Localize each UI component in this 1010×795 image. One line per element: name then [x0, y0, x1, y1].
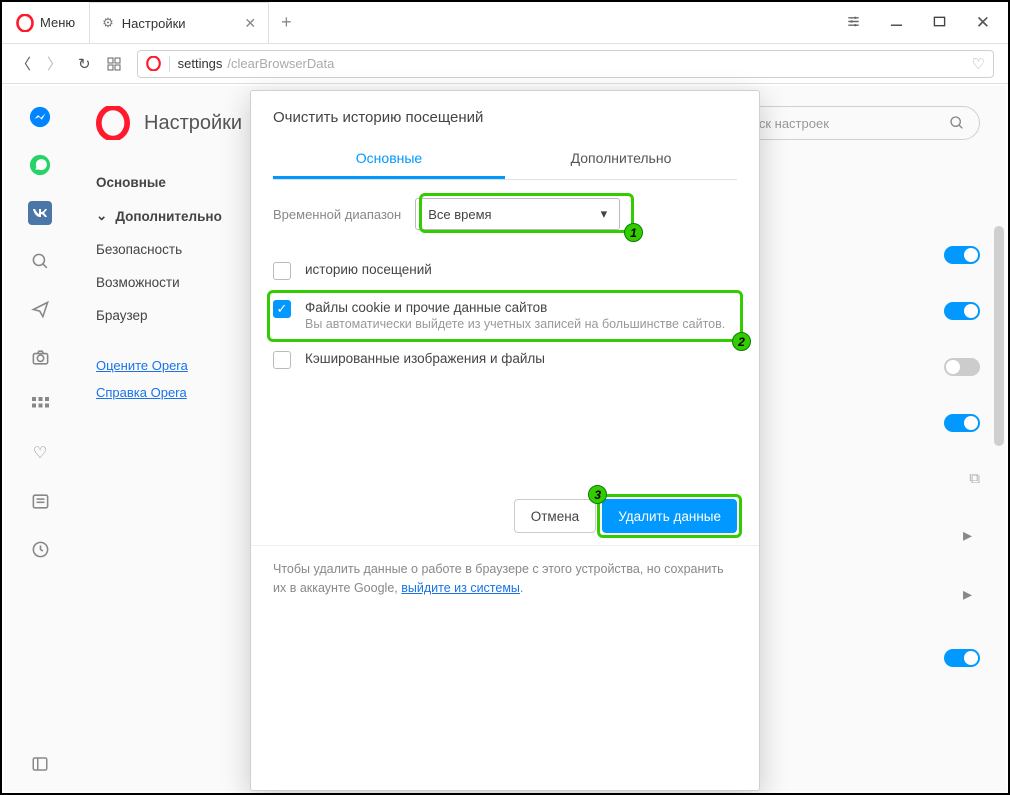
option-cache[interactable]: Кэшированные изображения и файлы — [273, 341, 737, 379]
dialog-footer: Чтобы удалить данные о работе в браузере… — [251, 546, 759, 598]
tab-settings[interactable]: ⚙ Настройки ✕ — [89, 2, 269, 43]
option-cookies[interactable]: ✓ Файлы cookie и прочие данные сайтов Вы… — [273, 290, 737, 341]
history-icon[interactable] — [27, 536, 53, 562]
opera-icon — [146, 56, 161, 71]
opera-icon — [16, 14, 34, 32]
panel-toggle-icon[interactable] — [27, 751, 53, 777]
titlebar: Меню ⚙ Настройки ✕ + ✕ — [2, 2, 1008, 44]
help-opera-link[interactable]: Справка Opera — [96, 379, 246, 406]
rate-opera-link[interactable]: Оцените Opera — [96, 352, 246, 379]
toggle[interactable] — [944, 302, 980, 320]
dropdown-icon: ▾ — [601, 206, 608, 222]
tab-basic[interactable]: Основные — [273, 140, 505, 179]
heart-icon[interactable]: ♡ — [27, 440, 53, 466]
news-icon[interactable] — [27, 488, 53, 514]
time-range-select[interactable]: Все время ▾ — [415, 198, 620, 230]
toggle[interactable] — [944, 358, 980, 376]
annotation-badge: 2 — [732, 332, 751, 351]
chevron-right-icon[interactable]: ▸ — [955, 525, 980, 546]
delete-data-button[interactable]: Удалить данные — [602, 499, 737, 533]
forward-button[interactable]: 〉 — [47, 53, 62, 74]
new-tab-button[interactable]: + — [269, 2, 304, 43]
sidebar-item-browser[interactable]: Браузер — [96, 299, 246, 332]
sidebar-rail: ♡ — [4, 86, 76, 791]
close-window-icon[interactable]: ✕ — [976, 13, 990, 33]
sidebar-item-basic[interactable]: Основные — [96, 166, 246, 199]
heart-icon[interactable]: ♡ — [972, 55, 985, 73]
chevron-right-icon[interactable]: ▸ — [955, 584, 980, 605]
sidebar-item-features[interactable]: Возможности — [96, 266, 246, 299]
range-label: Временной диапазон — [273, 207, 401, 222]
address-bar: 〈 〉 ↻ settings/clearBrowserData ♡ — [2, 44, 1008, 84]
vk-icon[interactable] — [27, 200, 53, 226]
whatsapp-icon[interactable] — [27, 152, 53, 178]
scrollbar[interactable] — [994, 226, 1004, 446]
opera-icon — [96, 106, 130, 140]
search-icon[interactable] — [27, 248, 53, 274]
settings-sidebar: Основные ⌄Дополнительно Безопасность Воз… — [96, 166, 246, 406]
tab-advanced[interactable]: Дополнительно — [505, 140, 737, 179]
checkbox-checked[interactable]: ✓ — [273, 300, 291, 318]
url-input[interactable]: settings/clearBrowserData ♡ — [137, 50, 994, 78]
maximize-icon[interactable] — [933, 15, 946, 31]
sidebar-item-advanced[interactable]: ⌄Дополнительно — [96, 199, 246, 233]
reload-button[interactable]: ↻ — [78, 55, 91, 73]
page-title: Настройки — [144, 112, 242, 135]
messenger-icon[interactable] — [27, 104, 53, 130]
gear-icon: ⚙ — [102, 15, 114, 31]
easy-setup-icon[interactable] — [847, 15, 860, 31]
grid-icon[interactable] — [27, 392, 53, 418]
menu-button[interactable]: Меню — [2, 2, 89, 43]
toggle[interactable] — [944, 414, 980, 432]
cancel-button[interactable]: Отмена — [514, 499, 596, 533]
toggle[interactable] — [944, 246, 980, 264]
close-tab-icon[interactable]: ✕ — [244, 15, 256, 32]
clear-data-dialog: Очистить историю посещений Основные Допо… — [250, 90, 760, 791]
send-icon[interactable] — [27, 296, 53, 322]
toggle[interactable] — [944, 649, 980, 667]
option-history[interactable]: историю посещений — [273, 252, 737, 290]
back-button[interactable]: 〈 — [16, 53, 31, 74]
external-link-icon[interactable]: ⧉ — [969, 470, 980, 487]
dialog-title: Очистить историю посещений — [251, 91, 759, 140]
search-icon — [949, 115, 965, 131]
caret-down-icon: ⌄ — [96, 208, 107, 224]
annotation-badge: 1 — [624, 223, 643, 242]
sign-out-link[interactable]: выйдите из системы — [401, 581, 520, 595]
speed-dial-icon[interactable] — [107, 57, 121, 71]
minimize-icon[interactable] — [890, 15, 903, 31]
camera-icon[interactable] — [27, 344, 53, 370]
sidebar-item-security[interactable]: Безопасность — [96, 233, 246, 266]
